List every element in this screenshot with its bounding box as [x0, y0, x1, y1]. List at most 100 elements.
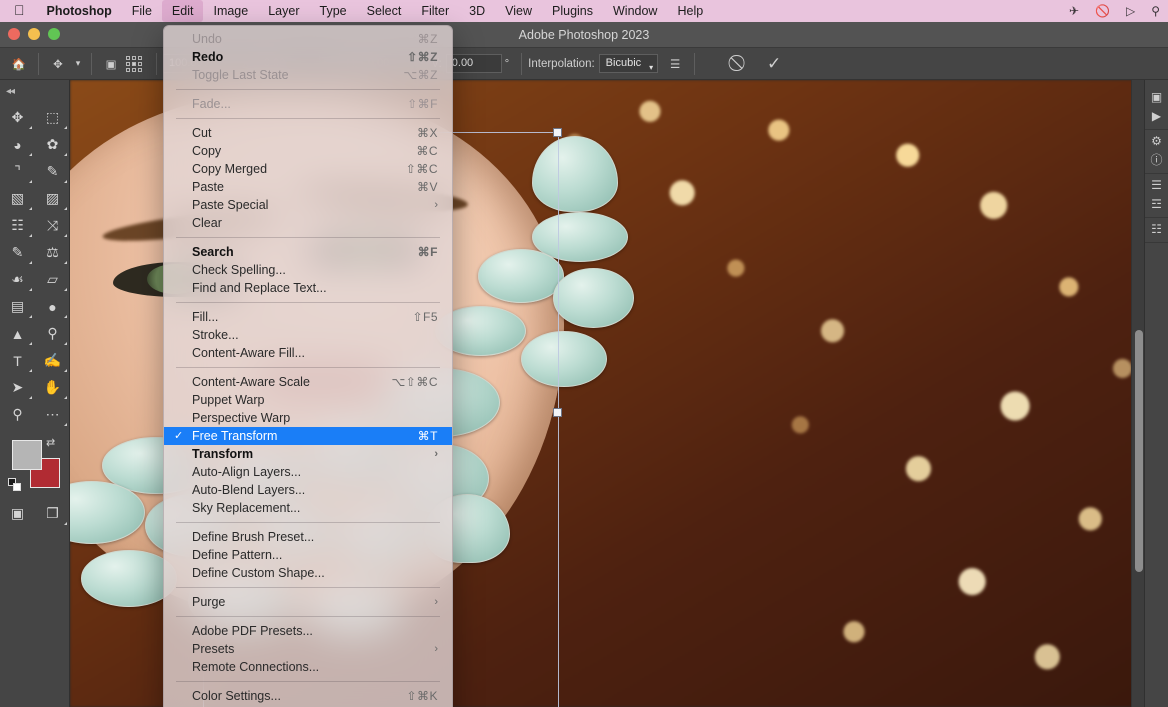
- menu-item-search[interactable]: Search⌘F: [164, 243, 452, 261]
- menu-item-fill[interactable]: Fill...⇧F5: [164, 308, 452, 326]
- menubar-item-view[interactable]: View: [495, 0, 542, 22]
- menubar-item-edit[interactable]: Edit: [162, 0, 204, 22]
- rectangular-marquee-tool[interactable]: ⬚: [35, 104, 70, 131]
- menu-item-find-and-replace-text[interactable]: Find and Replace Text...: [164, 279, 452, 297]
- menu-item-puppet-warp[interactable]: Puppet Warp: [164, 391, 452, 409]
- menubar-item-plugins[interactable]: Plugins: [542, 0, 603, 22]
- menu-item-perspective-warp[interactable]: Perspective Warp: [164, 409, 452, 427]
- channels-panel-icon[interactable]: ☲: [1151, 198, 1162, 210]
- foreground-color-swatch[interactable]: [12, 440, 42, 470]
- commit-transform-icon[interactable]: ✓: [761, 52, 787, 76]
- chevron-down-icon[interactable]: ▾: [71, 52, 85, 76]
- scrollbar-thumb[interactable]: [1135, 330, 1143, 572]
- zoom-tool[interactable]: ⚲: [0, 401, 35, 428]
- menubar-item-help[interactable]: Help: [667, 0, 713, 22]
- brush-tool[interactable]: ✎: [0, 239, 35, 266]
- warp-toggle-icon[interactable]: ☰: [662, 52, 688, 76]
- eraser-tool[interactable]: ▱: [35, 266, 70, 293]
- menu-item-paste-special[interactable]: Paste Special›: [164, 196, 452, 214]
- cancel-transform-icon[interactable]: ⃠: [727, 52, 753, 76]
- reference-point-toggle-icon[interactable]: ▣: [98, 52, 124, 76]
- search-icon[interactable]: ⚲: [1143, 4, 1168, 18]
- ref-pt-br[interactable]: [138, 68, 142, 72]
- menu-item-define-custom-shape[interactable]: Define Custom Shape...: [164, 564, 452, 582]
- adjustments-panel-icon[interactable]: ⚙: [1151, 135, 1162, 147]
- blur-tool[interactable]: ●: [35, 293, 70, 320]
- burn-tool[interactable]: ⚲: [35, 320, 70, 347]
- close-button[interactable]: [8, 28, 20, 40]
- menu-item-clear[interactable]: Clear: [164, 214, 452, 232]
- ref-pt-mr[interactable]: [138, 62, 142, 66]
- apple-icon[interactable]: : [8, 3, 37, 19]
- type-tool[interactable]: T: [0, 347, 35, 374]
- ref-pt-bl[interactable]: [126, 68, 130, 72]
- menu-item-define-brush-preset[interactable]: Define Brush Preset...: [164, 528, 452, 546]
- layers-panel-icon[interactable]: ☰: [1151, 179, 1162, 191]
- ref-pt-ml[interactable]: [126, 62, 130, 66]
- do-not-disturb-icon[interactable]: 🚫: [1087, 4, 1118, 18]
- lasso-tool[interactable]: ◕: [0, 131, 35, 158]
- paths-panel-icon[interactable]: ☷: [1151, 223, 1162, 235]
- pen-tool[interactable]: ✍: [35, 347, 70, 374]
- move-tool[interactable]: ✥: [0, 104, 35, 131]
- ref-pt-tr[interactable]: [138, 56, 142, 60]
- eyedropper-tool[interactable]: ✎: [35, 158, 70, 185]
- menubar-item-layer[interactable]: Layer: [258, 0, 309, 22]
- menu-item-paste[interactable]: Paste⌘V: [164, 178, 452, 196]
- quick-mask-icon[interactable]: ▣: [0, 500, 35, 527]
- swap-colors-icon[interactable]: ⇄: [46, 436, 55, 449]
- menu-item-cut[interactable]: Cut⌘X: [164, 124, 452, 142]
- path-selection-tool[interactable]: ➤: [0, 374, 35, 401]
- menu-item-transform[interactable]: Transform›: [164, 445, 452, 463]
- patch-tool[interactable]: ▨: [35, 185, 70, 212]
- menubar-item-filter[interactable]: Filter: [411, 0, 459, 22]
- ref-pt-tc[interactable]: [132, 56, 136, 60]
- default-colors-icon[interactable]: [8, 478, 21, 491]
- menu-item-auto-blend-layers[interactable]: Auto-Blend Layers...: [164, 481, 452, 499]
- menu-item-remote-connections[interactable]: Remote Connections...: [164, 658, 452, 676]
- ref-pt-mc[interactable]: [132, 62, 136, 66]
- crop-tool[interactable]: ⌝: [0, 158, 35, 185]
- maximize-button[interactable]: [48, 28, 60, 40]
- swatches-panel-icon[interactable]: ▶: [1152, 110, 1161, 122]
- move-tool-icon[interactable]: ✥: [45, 52, 71, 76]
- menu-item-adobe-pdf-presets[interactable]: Adobe PDF Presets...: [164, 622, 452, 640]
- menubar-item-select[interactable]: Select: [357, 0, 412, 22]
- interpolation-select[interactable]: Bicubic ▾: [599, 54, 658, 73]
- menubar-item-image[interactable]: Image: [203, 0, 258, 22]
- menu-item-copy-merged[interactable]: Copy Merged⇧⌘C: [164, 160, 452, 178]
- edit-menu-dropdown[interactable]: Undo⌘ZRedo⇧⌘ZToggle Last State⌥⌘ZFade...…: [163, 25, 453, 707]
- reference-point-grid[interactable]: [126, 56, 142, 72]
- menu-item-stroke[interactable]: Stroke...: [164, 326, 452, 344]
- menu-item-free-transform[interactable]: ✓Free Transform⌘T: [164, 427, 452, 445]
- clone-stamp-tool[interactable]: ⚖: [35, 239, 70, 266]
- gradient-tool[interactable]: ▤: [0, 293, 35, 320]
- screen-mode-icon[interactable]: ❐: [35, 500, 70, 527]
- v-skew-field[interactable]: 0.00: [446, 54, 502, 73]
- hand-tool[interactable]: ✋: [35, 374, 70, 401]
- edit-toolbar-tool[interactable]: ⋯: [35, 401, 70, 428]
- info-panel-icon[interactable]: ⓘ: [1150, 154, 1162, 166]
- menu-item-presets[interactable]: Presets›: [164, 640, 452, 658]
- menu-item-color-settings[interactable]: Color Settings...⇧⌘K: [164, 687, 452, 705]
- menu-item-content-aware-scale[interactable]: Content-Aware Scale⌥⇧⌘C: [164, 373, 452, 391]
- collapse-panel-icon[interactable]: ◂◂: [0, 80, 69, 102]
- rocket-icon[interactable]: ✈: [1061, 4, 1087, 18]
- control-center-icon[interactable]: ▷: [1118, 4, 1143, 18]
- ref-pt-bc[interactable]: [132, 68, 136, 72]
- menu-item-define-pattern[interactable]: Define Pattern...: [164, 546, 452, 564]
- menu-item-sky-replacement[interactable]: Sky Replacement...: [164, 499, 452, 517]
- menubar-item-type[interactable]: Type: [310, 0, 357, 22]
- history-brush-tool[interactable]: ☙: [0, 266, 35, 293]
- menu-item-redo[interactable]: Redo⇧⌘Z: [164, 48, 452, 66]
- ref-pt-tl[interactable]: [126, 56, 130, 60]
- home-icon[interactable]: 🏠: [6, 52, 32, 76]
- menu-item-copy[interactable]: Copy⌘C: [164, 142, 452, 160]
- menubar-item-photoshop[interactable]: Photoshop: [37, 0, 122, 22]
- object-selection-tool[interactable]: ✿: [35, 131, 70, 158]
- menu-item-purge[interactable]: Purge›: [164, 593, 452, 611]
- color-panel-icon[interactable]: ▣: [1151, 91, 1162, 103]
- spot-healing-brush-tool[interactable]: ▧: [0, 185, 35, 212]
- canvas-vertical-scrollbar[interactable]: [1131, 80, 1144, 707]
- frame-tool[interactable]: ☷: [0, 212, 35, 239]
